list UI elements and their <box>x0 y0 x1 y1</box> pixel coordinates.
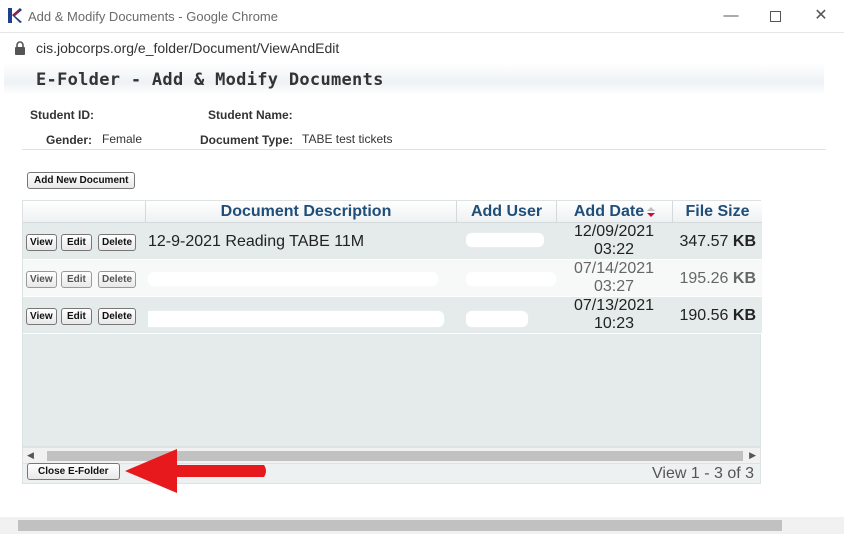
document-description: 12-9-2021 Reading TABE 11M <box>148 233 365 250</box>
column-header-add-user[interactable]: Add User <box>456 201 556 223</box>
file-size: 195.26 KB <box>672 260 762 297</box>
document-type-label: Document Type: <box>200 133 294 147</box>
add-new-document-button[interactable]: Add New Document <box>27 172 136 189</box>
edit-button[interactable]: Edit <box>61 234 92 251</box>
add-user <box>466 297 556 334</box>
page-title: E-Folder - Add & Modify Documents <box>36 70 384 90</box>
column-header-file-size[interactable]: File Size <box>672 201 762 223</box>
document-description <box>148 297 458 334</box>
student-id-value <box>98 108 150 120</box>
grid-header: Document Description Add User Add Date F… <box>23 201 762 223</box>
gender-value: Female <box>102 132 143 146</box>
file-size-unit: KB <box>732 270 756 287</box>
column-header-add-date[interactable]: Add Date <box>556 201 672 223</box>
sort-icon <box>647 206 656 217</box>
maximize-icon[interactable] <box>762 4 788 28</box>
red-arrow-annotation-icon <box>125 449 266 493</box>
document-type-value: TABE test tickets <box>302 132 393 146</box>
add-user <box>466 260 556 297</box>
add-date: 07/13/2021 10:23 <box>556 297 672 334</box>
student-name-value <box>298 108 398 120</box>
pager-text: View 1 - 3 of 3 <box>652 465 754 482</box>
add-date-header-label: Add Date <box>573 203 645 220</box>
file-size-unit: KB <box>732 233 756 250</box>
scroll-right-icon[interactable]: ▶ <box>749 450 756 461</box>
edit-button[interactable]: Edit <box>61 308 92 325</box>
file-size: 347.57 KB <box>672 223 762 260</box>
view-button[interactable]: View <box>26 271 57 288</box>
file-size-value: 190.56 <box>679 307 729 324</box>
gender-label: Gender: <box>46 133 93 147</box>
view-button[interactable]: View <box>26 234 57 251</box>
url-text[interactable]: cis.jobcorps.org/e_folder/Document/ViewA… <box>36 40 339 56</box>
add-date: 07/14/2021 03:27 <box>556 260 672 297</box>
address-bar[interactable]: cis.jobcorps.org/e_folder/Document/ViewA… <box>0 33 844 63</box>
minimize-icon[interactable]: — <box>718 4 744 28</box>
scroll-left-icon[interactable]: ◀ <box>27 450 34 461</box>
add-user <box>466 223 556 260</box>
delete-button[interactable]: Delete <box>98 271 137 288</box>
file-size: 190.56 KB <box>672 297 762 334</box>
file-size-value: 195.26 <box>679 270 729 287</box>
add-date-day: 07/14/2021 <box>573 260 655 277</box>
close-icon[interactable]: ✕ <box>808 4 834 28</box>
delete-button[interactable]: Delete <box>98 308 137 325</box>
column-header-description[interactable]: Document Description <box>145 201 466 223</box>
close-efolder-button[interactable]: Close E-Folder <box>27 463 120 480</box>
add-date-time: 03:22 <box>593 241 635 258</box>
jobcorps-logo-icon <box>6 7 23 24</box>
add-date-time: 03:27 <box>593 278 635 295</box>
student-id-label: Student ID: <box>30 108 94 122</box>
file-size-value: 347.57 <box>679 233 729 250</box>
file-size-unit: KB <box>732 307 756 324</box>
edit-button[interactable]: Edit <box>61 271 92 288</box>
add-date-day: 07/13/2021 <box>573 297 655 314</box>
table-row[interactable]: View Edit Delete 07/14/2021 03:27 195.26… <box>23 260 762 297</box>
divider <box>22 149 826 150</box>
document-description <box>148 260 458 297</box>
page-horizontal-scrollbar[interactable] <box>0 517 844 534</box>
heading-strip: E-Folder - Add & Modify Documents <box>4 63 824 95</box>
lock-icon <box>15 41 25 55</box>
page-content: E-Folder - Add & Modify Documents Studen… <box>0 63 844 534</box>
add-date-time: 10:23 <box>593 315 635 332</box>
table-row[interactable]: View Edit Delete 07/13/2021 10:23 190.56… <box>23 297 762 334</box>
window-title: Add & Modify Documents - Google Chrome <box>28 9 278 24</box>
delete-button[interactable]: Delete <box>98 234 137 251</box>
page-scrollbar-thumb[interactable] <box>18 520 782 531</box>
documents-grid: Document Description Add User Add Date F… <box>22 200 762 447</box>
browser-title-bar: Add & Modify Documents - Google Chrome —… <box>0 0 844 33</box>
view-button[interactable]: View <box>26 308 57 325</box>
add-date: 12/09/2021 03:22 <box>556 223 672 260</box>
table-row[interactable]: View Edit Delete 12-9-2021 Reading TABE … <box>23 223 762 260</box>
add-date-day: 12/09/2021 <box>573 223 655 240</box>
student-name-label: Student Name: <box>208 108 293 122</box>
